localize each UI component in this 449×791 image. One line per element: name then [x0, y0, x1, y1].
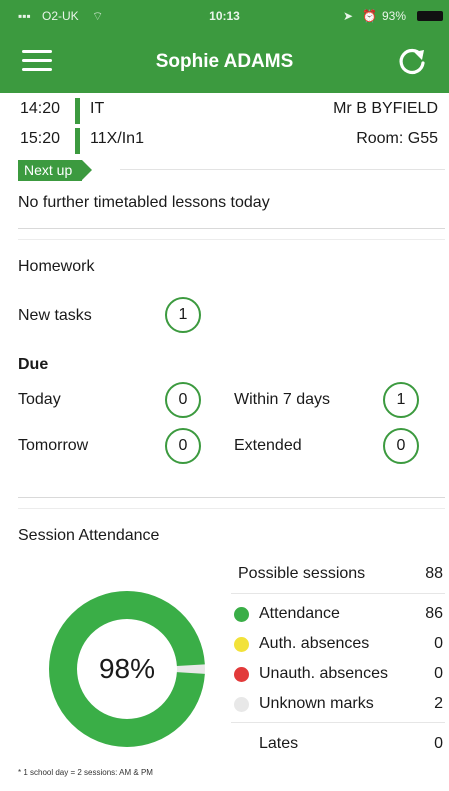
divider — [18, 508, 445, 509]
attendance-dot — [234, 607, 249, 622]
lesson-time: 15:20 — [20, 130, 61, 147]
lates-label: Lates — [259, 735, 299, 752]
new-tasks-count[interactable]: 1 — [165, 297, 201, 333]
auth-absences-dot — [234, 637, 249, 652]
alarm-icon: ⏰ — [362, 9, 377, 23]
lesson-bar — [75, 98, 80, 124]
attendance-percent: 98% — [98, 653, 156, 684]
lesson-room: Room: G55 — [356, 130, 438, 147]
lesson-row[interactable]: 14:20 IT Mr B BYFIELD — [18, 98, 438, 124]
divider — [18, 228, 445, 229]
divider — [18, 497, 445, 498]
unauth-absences-value: 0 — [434, 665, 443, 682]
lesson-teacher: Mr B BYFIELD — [333, 100, 438, 117]
extended-label: Extended — [234, 437, 302, 454]
page-title: Sophie ADAMS — [155, 51, 294, 72]
status-bar: ▪▪▪ O2-UK ⌔ 10:13 ➤ ⏰ 93% — [0, 0, 449, 30]
lesson-row[interactable]: 15:20 11X/In1 Room: G55 — [18, 128, 438, 154]
lates-value: 0 — [434, 735, 443, 752]
divider — [18, 239, 445, 240]
new-tasks-label: New tasks — [18, 307, 92, 324]
battery-percent: 93% — [382, 9, 407, 23]
due-today-count[interactable]: 0 — [165, 382, 201, 418]
unauth-absences-dot — [234, 667, 249, 682]
lesson-subject: IT — [90, 100, 105, 117]
divider — [120, 169, 445, 170]
refresh-icon[interactable] — [397, 46, 427, 76]
auth-absences-label: Auth. absences — [259, 635, 370, 652]
unknown-marks-label: Unknown marks — [259, 695, 374, 712]
attendance-title: Session Attendance — [18, 527, 160, 544]
due-tomorrow-count[interactable]: 0 — [165, 428, 201, 464]
unknown-marks-value: 2 — [434, 695, 443, 712]
homework-title: Homework — [18, 258, 95, 275]
divider — [231, 593, 445, 594]
footnote: * 1 school day = 2 sessions: AM & PM — [18, 768, 153, 777]
extended-count[interactable]: 0 — [383, 428, 419, 464]
lesson-time: 14:20 — [20, 100, 61, 117]
auth-absences-value: 0 — [434, 635, 443, 652]
possible-sessions-label: Possible sessions — [238, 565, 366, 582]
location-icon: ➤ — [343, 9, 354, 23]
next-up-tag: Next up — [18, 160, 93, 181]
battery-icon — [417, 11, 443, 21]
due-today-label: Today — [18, 391, 61, 408]
app-header: Sophie ADAMS — [0, 30, 449, 93]
lesson-group: 11X/In1 — [90, 130, 144, 147]
due-tomorrow-label: Tomorrow — [18, 437, 89, 454]
attendance-label: Attendance — [259, 605, 340, 622]
due-within-7-days-label: Within 7 days — [234, 391, 331, 408]
due-heading: Due — [18, 356, 49, 373]
attendance-value: 86 — [425, 605, 443, 622]
possible-sessions-value: 88 — [425, 565, 443, 582]
next-up-message: No further timetabled lessons today — [18, 194, 270, 211]
due-within-7-days-count[interactable]: 1 — [383, 382, 419, 418]
divider — [231, 722, 445, 723]
unknown-marks-dot — [234, 697, 249, 712]
unauth-absences-label: Unauth. absences — [259, 665, 388, 682]
lesson-bar — [75, 128, 80, 154]
